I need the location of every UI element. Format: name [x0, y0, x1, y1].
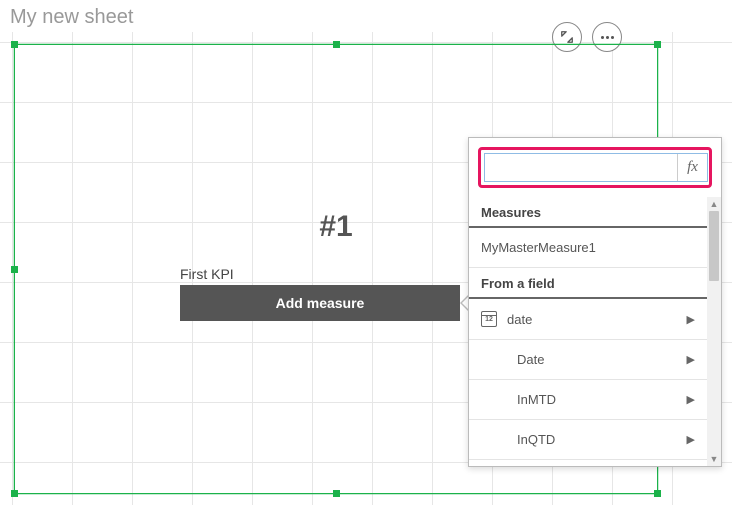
chevron-right-icon: ▶: [687, 393, 695, 406]
measure-picker-popover: fx Measures MyMasterMeasure1 From a fiel…: [468, 137, 722, 467]
resize-handle[interactable]: [654, 490, 661, 497]
scroll-thumb[interactable]: [709, 211, 719, 281]
field-item-date[interactable]: date ▶: [469, 299, 707, 340]
list-item-label: MyMasterMeasure1: [481, 240, 596, 255]
field-item[interactable]: Date ▶: [469, 340, 707, 380]
section-header-from-field: From a field: [469, 268, 707, 299]
scroll-up-button[interactable]: ▲: [707, 197, 721, 211]
list-item-label: InMTD: [517, 392, 556, 407]
field-item[interactable]: InQTD ▶: [469, 420, 707, 460]
scrollbar[interactable]: ▲ ▼: [707, 197, 721, 466]
search-input[interactable]: [485, 154, 677, 181]
resize-handle[interactable]: [11, 41, 18, 48]
calendar-icon: [481, 311, 497, 327]
list-item-label: InQTD: [517, 432, 555, 447]
section-header-measures: Measures: [469, 197, 707, 228]
resize-handle[interactable]: [654, 41, 661, 48]
search-row-highlight: fx: [478, 147, 712, 188]
search-box: fx: [484, 153, 708, 182]
chevron-right-icon: ▶: [687, 353, 695, 366]
fullscreen-icon: [560, 30, 574, 44]
picker-list: Measures MyMasterMeasure1 From a field d…: [469, 197, 707, 466]
resize-handle[interactable]: [333, 41, 340, 48]
resize-handle[interactable]: [333, 490, 340, 497]
picker-scroll-area: Measures MyMasterMeasure1 From a field d…: [469, 197, 721, 466]
chevron-right-icon: ▶: [687, 313, 695, 326]
sheet-title: My new sheet: [10, 6, 133, 29]
chevron-right-icon: ▶: [687, 433, 695, 446]
expression-editor-button[interactable]: fx: [677, 154, 707, 181]
field-item[interactable]: InMTD ▶: [469, 380, 707, 420]
measure-item[interactable]: MyMasterMeasure1: [469, 228, 707, 268]
ellipsis-icon: [601, 36, 614, 39]
kpi-label: First KPI: [180, 266, 234, 282]
list-item-label: Date: [517, 352, 544, 367]
resize-handle[interactable]: [11, 490, 18, 497]
resize-handle[interactable]: [11, 266, 18, 273]
list-item-label: date: [507, 312, 532, 327]
scroll-down-button[interactable]: ▼: [707, 452, 721, 466]
add-measure-button[interactable]: Add measure: [180, 285, 460, 321]
